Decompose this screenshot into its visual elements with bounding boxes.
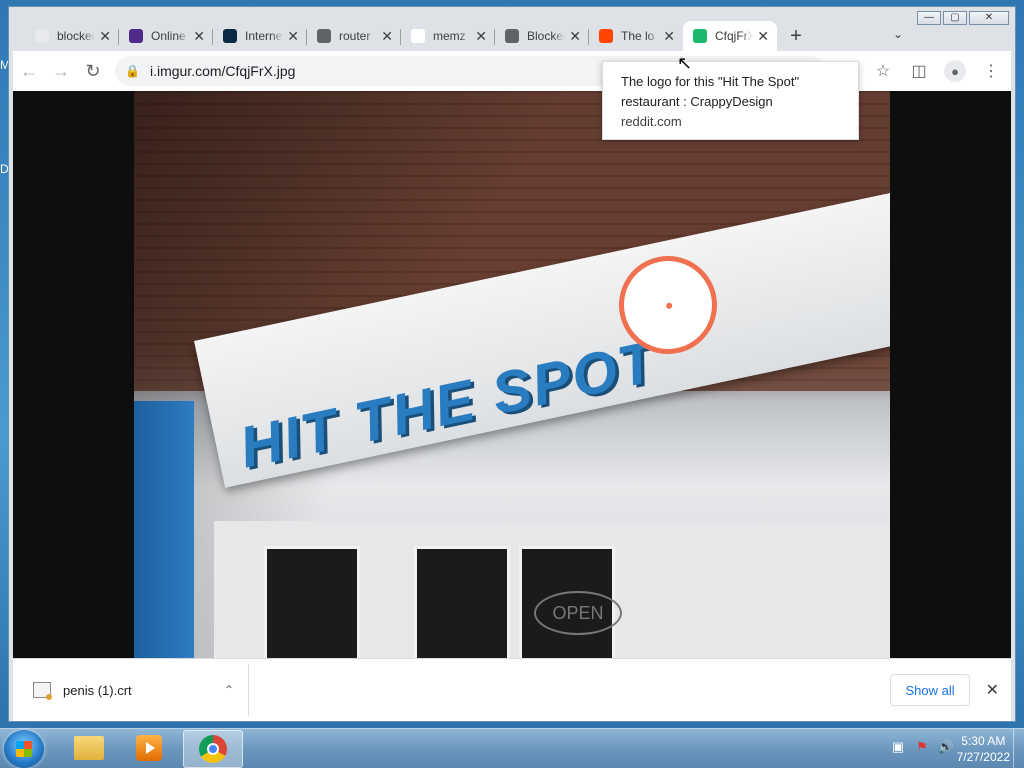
tab-title: Online — [151, 29, 186, 43]
tab-title: Blocked — [527, 29, 565, 43]
download-bar: penis (1).crt ⌃ Show all ✕ — [13, 658, 1011, 721]
tab-title: memz — [433, 29, 466, 43]
download-item[interactable]: penis (1).crt ⌃ — [13, 664, 249, 716]
tab-3[interactable]: Internet ✕ — [213, 21, 307, 51]
maximize-button[interactable]: ▢ — [943, 11, 967, 25]
tab-4[interactable]: router ✕ — [307, 21, 401, 51]
side-panel-icon[interactable]: ◫ — [903, 55, 935, 87]
url-text[interactable]: i.imgur.com/CfqjFrX.jpg — [150, 63, 295, 79]
google-icon — [411, 29, 425, 43]
tab-5[interactable]: memz ✕ — [401, 21, 495, 51]
tab-8[interactable]: CfqjFrX ✕ — [683, 21, 777, 51]
blue-pole — [134, 401, 194, 658]
chrome-icon — [199, 735, 227, 763]
tab-close-icon[interactable]: ✕ — [287, 28, 299, 45]
tab-title: Internet — [245, 29, 284, 43]
storefront-photo[interactable]: HIT THE SPOT OPEN — [134, 91, 890, 658]
reload-button[interactable]: ↻ — [77, 55, 109, 87]
page-content: HIT THE SPOT OPEN — [13, 91, 1011, 658]
tooltip-title-line2: restaurant : CrappyDesign — [621, 94, 773, 109]
show-all-button[interactable]: Show all — [890, 674, 970, 706]
tab-close-icon[interactable]: ✕ — [99, 28, 111, 45]
tab-search-chevron-icon[interactable]: ⌄ — [893, 27, 903, 41]
menu-kebab-icon[interactable]: ⋮ — [975, 55, 1007, 87]
internet-archive-icon — [223, 29, 237, 43]
tab-1[interactable]: blocked ✕ — [25, 21, 119, 51]
globe-icon — [505, 29, 519, 43]
tab-close-icon[interactable]: ✕ — [663, 28, 675, 45]
back-button[interactable]: ← — [13, 55, 45, 87]
folder-icon — [74, 736, 104, 760]
tab-hover-tooltip: The logo for this "Hit The Spot" restaur… — [602, 61, 859, 140]
window-controls: — ▢ ✕ — [917, 11, 1009, 25]
storefront-window — [414, 546, 510, 658]
globe-icon — [317, 29, 331, 43]
tab-7[interactable]: The lo ✕ — [589, 21, 683, 51]
taskbar-explorer[interactable] — [60, 730, 118, 766]
browser-toolbar: ← → ↻ 🔒 i.imgur.com/CfqjFrX.jpg ⇧ ☆ ◫ ● … — [13, 51, 1011, 91]
imgur-icon — [693, 29, 707, 43]
close-download-bar-icon[interactable]: ✕ — [986, 680, 999, 700]
tab-close-icon[interactable]: ✕ — [475, 28, 487, 45]
tab-close-icon[interactable]: ✕ — [757, 28, 769, 45]
onenote-icon — [129, 29, 143, 43]
open-neon-sign: OPEN — [534, 591, 622, 635]
reddit-icon — [599, 29, 613, 43]
tab-2[interactable]: Online ✕ — [119, 21, 213, 51]
taskbar-media-player[interactable] — [120, 730, 178, 766]
media-player-icon — [136, 735, 162, 761]
profile-button[interactable]: ● — [939, 55, 971, 87]
tab-close-icon[interactable]: ✕ — [569, 28, 581, 45]
bookmark-star-icon[interactable]: ☆ — [867, 55, 899, 87]
clock-date: 7/27/2022 — [956, 750, 1010, 764]
lock-icon[interactable]: 🔒 — [125, 64, 140, 78]
new-tab-button[interactable]: + — [781, 21, 811, 51]
chevron-up-icon[interactable]: ⌃ — [224, 683, 234, 697]
tab-close-icon[interactable]: ✕ — [193, 28, 205, 45]
download-filename[interactable]: penis (1).crt — [63, 683, 224, 698]
taskbar-chrome[interactable] — [183, 730, 243, 768]
tooltip-title-line1: The logo for this "Hit The Spot" — [621, 74, 800, 89]
chrome-window: — ▢ ✕ blocked ✕ Online ✕ Internet ✕ router ✕ mem… — [8, 6, 1016, 722]
profile-avatar-icon: ● — [944, 60, 966, 82]
start-button[interactable] — [4, 730, 44, 768]
forward-button[interactable]: → — [45, 55, 77, 87]
tab-title: The lo — [621, 29, 655, 43]
tab-title: blocked — [57, 29, 96, 43]
volume-icon[interactable]: 🔊 — [938, 739, 954, 755]
taskbar-clock[interactable]: 5:30 AM 7/27/2022 — [957, 733, 1010, 765]
storefront-window — [264, 546, 360, 658]
close-window-button[interactable]: ✕ — [969, 11, 1009, 25]
rainbow-icon — [35, 29, 49, 43]
tab-title: router — [339, 29, 371, 43]
tab-6[interactable]: Blocked ✕ — [495, 21, 589, 51]
action-center-flag-icon[interactable]: ⚑ — [914, 739, 930, 755]
network-icon[interactable]: ▣ — [890, 739, 906, 755]
certificate-file-icon — [33, 682, 52, 700]
tab-strip: blocked ✕ Online ✕ Internet ✕ router ✕ memz ✕ Bloc… — [25, 21, 811, 51]
tab-close-icon[interactable]: ✕ — [381, 28, 393, 45]
tooltip-host: reddit.com — [621, 114, 682, 129]
system-tray: ▣ ⚑ 🔊 — [890, 739, 954, 755]
taskbar: ▣ ⚑ 🔊 5:30 AM 7/27/2022 — [0, 728, 1024, 768]
minimize-button[interactable]: — — [917, 11, 941, 25]
show-desktop-button[interactable] — [1013, 729, 1024, 768]
clock-time: 5:30 AM — [961, 734, 1006, 748]
tab-title: CfqjFrX — [715, 29, 754, 43]
